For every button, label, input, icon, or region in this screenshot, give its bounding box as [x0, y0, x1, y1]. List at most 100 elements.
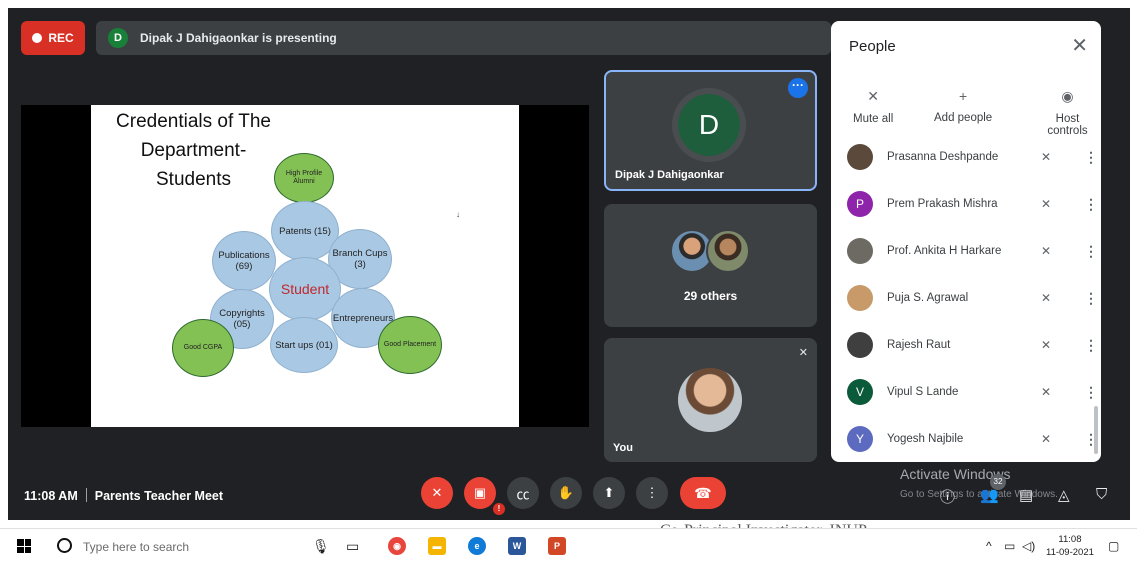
- presenting-banner[interactable]: D Dipak J Dahigaonkar is presenting: [96, 21, 831, 55]
- present-button[interactable]: ⬆: [593, 477, 625, 509]
- participant-row[interactable]: Y Yogesh Najbile ✕ ⋮: [831, 421, 1101, 457]
- mute-all-button[interactable]: ✕ Mute all: [853, 88, 893, 125]
- activities-button[interactable]: ◬: [1058, 486, 1070, 504]
- more-vert-icon[interactable]: ⋮: [1084, 243, 1098, 260]
- chat-icon: ▤: [1019, 487, 1034, 504]
- mic-off-icon[interactable]: ✕: [1041, 244, 1051, 258]
- network-icon[interactable]: ▭: [1004, 539, 1015, 553]
- taskbar: Type here to search 🎙 ▭ ◉ ▬ e W P ^ ▭ ◁)…: [0, 528, 1137, 561]
- participant-avatar: [847, 285, 873, 311]
- others-count-label: 29 others: [683, 289, 738, 303]
- host-controls-label: Host controls: [1047, 113, 1088, 137]
- search-icon[interactable]: [57, 538, 72, 553]
- mic-off-icon: ✕: [431, 485, 443, 500]
- mic-off-icon[interactable]: ✕: [1041, 197, 1051, 211]
- participant-count-badge: 32: [990, 474, 1006, 490]
- hang-up-icon: ☎: [694, 484, 712, 501]
- leave-call-button[interactable]: ☎: [680, 477, 726, 509]
- participant-row[interactable]: Rajesh Raut ✕ ⋮: [831, 327, 1101, 363]
- bubble-good-placement: Good Placement: [378, 316, 442, 374]
- record-dot-icon: [32, 33, 43, 43]
- warning-icon: !: [493, 503, 505, 515]
- participant-row[interactable]: P Prem Prakash Mishra ✕ ⋮: [831, 186, 1101, 222]
- mic-off-icon[interactable]: ✕: [1041, 432, 1051, 446]
- more-options-icon[interactable]: ···: [788, 78, 808, 98]
- word-icon[interactable]: W: [508, 537, 526, 555]
- participant-avatar: Y: [847, 426, 873, 452]
- chat-button[interactable]: ▤: [1019, 486, 1033, 504]
- more-vert-icon[interactable]: ⋮: [1084, 384, 1098, 401]
- participant-row[interactable]: Prasanna Deshpande ✕ ⋮: [831, 139, 1101, 175]
- microphone-icon[interactable]: 🎙: [312, 538, 330, 555]
- mic-off-icon[interactable]: ✕: [1041, 385, 1051, 399]
- file-explorer-icon[interactable]: ▬: [428, 537, 446, 555]
- activate-windows-subtitle: Go to Settings to activate Windows.: [900, 489, 1058, 500]
- people-scrollbar[interactable]: [1094, 406, 1098, 454]
- participant-name: Prasanna Deshpande: [887, 151, 999, 163]
- volume-icon[interactable]: ◁): [1022, 539, 1035, 553]
- self-avatar: [678, 368, 742, 432]
- taskbar-search-input[interactable]: Type here to search: [83, 540, 189, 554]
- more-options-button[interactable]: ⋮: [636, 477, 668, 509]
- participant-row[interactable]: V Vipul S Lande ✕ ⋮: [831, 374, 1101, 410]
- bubble-startups: Start ups (01): [270, 317, 338, 373]
- participant-name: Puja S. Agrawal: [887, 292, 969, 304]
- taskbar-clock[interactable]: 11:08 11-09-2021: [1046, 533, 1094, 559]
- participant-avatar: [847, 332, 873, 358]
- task-view-icon[interactable]: ▭: [346, 538, 359, 555]
- host-controls-shield-button[interactable]: ⛉: [1096, 486, 1107, 503]
- clock-date: 11-09-2021: [1046, 547, 1094, 558]
- raise-hand-button[interactable]: ✋: [550, 477, 582, 509]
- tile-others[interactable]: 29 others: [604, 204, 817, 327]
- close-icon[interactable]: ✕: [1071, 33, 1088, 58]
- self-tile-name: You: [613, 442, 633, 454]
- edge-icon[interactable]: e: [468, 537, 486, 555]
- more-vert-icon[interactable]: ⋮: [1084, 337, 1098, 354]
- mute-all-label: Mute all: [853, 113, 894, 125]
- powerpoint-icon[interactable]: P: [548, 537, 566, 555]
- chevron-up-icon[interactable]: ^: [986, 539, 992, 553]
- more-vert-icon[interactable]: ⋮: [1084, 196, 1098, 213]
- participant-name: Rajesh Raut: [887, 339, 951, 351]
- captions-button[interactable]: ㏄: [507, 477, 539, 509]
- chrome-icon[interactable]: ◉: [388, 537, 406, 555]
- more-vert-icon[interactable]: ⋮: [1084, 149, 1098, 166]
- presentation-stage: Credentials of The Department- Students …: [21, 105, 589, 427]
- mic-off-icon: ✕: [867, 88, 879, 104]
- clock-time: 11:08: [1058, 534, 1082, 545]
- slide: Credentials of The Department- Students …: [91, 105, 519, 427]
- bubble-good-cgpa: Good CGPA: [172, 319, 234, 377]
- add-people-label: Add people: [934, 112, 993, 124]
- participant-avatar: V: [847, 379, 873, 405]
- tile-self[interactable]: ✕ You: [604, 338, 817, 462]
- bubble-high-profile-alumni: High Profile Alumni: [274, 153, 334, 203]
- camera-off-icon: ▣: [473, 485, 487, 500]
- participant-row[interactable]: Puja S. Agrawal ✕ ⋮: [831, 280, 1101, 316]
- more-vert-icon[interactable]: ⋮: [1084, 290, 1098, 307]
- participant-name: Prof. Ankita H Harkare: [887, 245, 1002, 257]
- shield-icon: ⛉: [1096, 486, 1108, 503]
- add-person-icon: +: [959, 88, 968, 104]
- windows-start-icon[interactable]: [17, 539, 31, 553]
- microphone-toggle-button[interactable]: ✕: [421, 477, 453, 509]
- mic-off-icon[interactable]: ✕: [1041, 291, 1051, 305]
- mic-off-icon[interactable]: ✕: [1041, 150, 1051, 164]
- participant-avatar: [847, 144, 873, 170]
- camera-toggle-button[interactable]: ▣: [464, 477, 496, 509]
- notifications-icon[interactable]: ▢: [1108, 539, 1119, 553]
- rec-label: REC: [48, 31, 74, 45]
- others-avatars: [670, 229, 754, 275]
- participant-name: Vipul S Lande: [887, 386, 959, 398]
- add-people-button[interactable]: + Add people: [934, 88, 992, 124]
- tile-presenter[interactable]: D ··· Dipak J Dahigaonkar: [604, 70, 817, 191]
- present-icon: ⬆: [603, 485, 615, 500]
- host-controls-button[interactable]: ◉ Host controls: [1034, 88, 1101, 137]
- meeting-details-button[interactable]: ⓘ: [940, 486, 955, 507]
- presenter-avatar: D: [108, 28, 128, 48]
- mic-off-icon[interactable]: ✕: [1041, 338, 1051, 352]
- shapes-icon: ◬: [1058, 487, 1070, 504]
- pointer-mark-icon: ↓: [456, 210, 460, 219]
- participant-row[interactable]: Prof. Ankita H Harkare ✕ ⋮: [831, 233, 1101, 269]
- slide-title: Credentials of The Department- Students: [116, 111, 271, 190]
- participant-avatar: P: [847, 191, 873, 217]
